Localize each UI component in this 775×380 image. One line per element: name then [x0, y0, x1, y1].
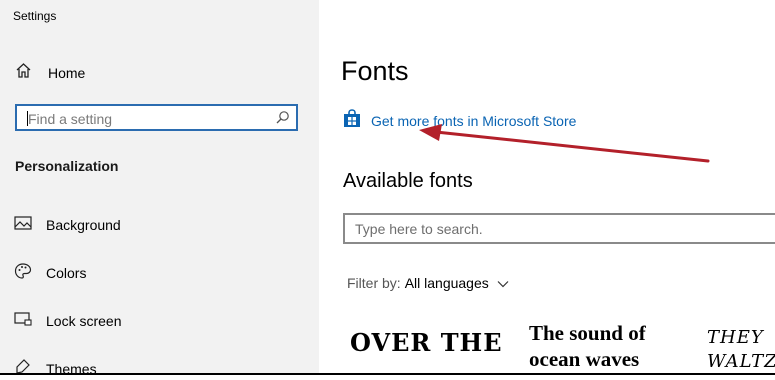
section-heading: Personalization — [15, 158, 119, 174]
page-title: Fonts — [341, 56, 409, 86]
sidebar-item-label: Lock screen — [46, 313, 122, 329]
font-preview-tile[interactable]: OVER THE — [350, 328, 503, 357]
font-preview-tile[interactable]: The sound of ocean waves — [529, 320, 689, 372]
sidebar-item-colors[interactable]: Colors — [14, 262, 86, 284]
chevron-down-icon — [497, 275, 509, 291]
brush-icon — [14, 358, 32, 380]
sidebar-item-background[interactable]: Background — [14, 214, 121, 236]
home-label: Home — [48, 65, 86, 81]
settings-sidebar: Settings Home Find a setting Personaliza… — [0, 0, 319, 377]
sidebar-item-themes[interactable]: Themes — [14, 358, 97, 380]
store-link-label: Get more fonts in Microsoft Store — [371, 113, 577, 129]
font-search-input[interactable]: Type here to search. — [343, 213, 775, 244]
font-search-placeholder: Type here to search. — [355, 221, 483, 237]
language-filter-dropdown[interactable]: Filter by: All languages — [347, 275, 509, 291]
app-title: Settings — [13, 9, 57, 23]
sidebar-item-label: Background — [46, 217, 121, 233]
filter-label: Filter by: — [347, 275, 401, 291]
get-more-fonts-link[interactable]: Get more fonts in Microsoft Store — [343, 109, 576, 133]
font-preview-tile[interactable]: THEY WALTZ — [707, 326, 775, 374]
palette-icon — [14, 262, 32, 285]
picture-icon — [14, 215, 32, 236]
sidebar-item-label: Colors — [46, 265, 87, 281]
search-placeholder: Find a setting — [28, 111, 113, 127]
filter-value: All languages — [404, 275, 489, 291]
home-icon — [15, 62, 32, 84]
sidebar-item-lock-screen[interactable]: Lock screen — [14, 310, 121, 332]
find-setting-search[interactable]: Find a setting — [15, 104, 298, 131]
search-icon[interactable] — [275, 110, 290, 130]
home-nav-item[interactable]: Home — [15, 62, 85, 84]
store-bag-icon — [343, 109, 361, 133]
available-fonts-heading: Available fonts — [343, 170, 473, 192]
monitor-lock-icon — [14, 311, 32, 332]
